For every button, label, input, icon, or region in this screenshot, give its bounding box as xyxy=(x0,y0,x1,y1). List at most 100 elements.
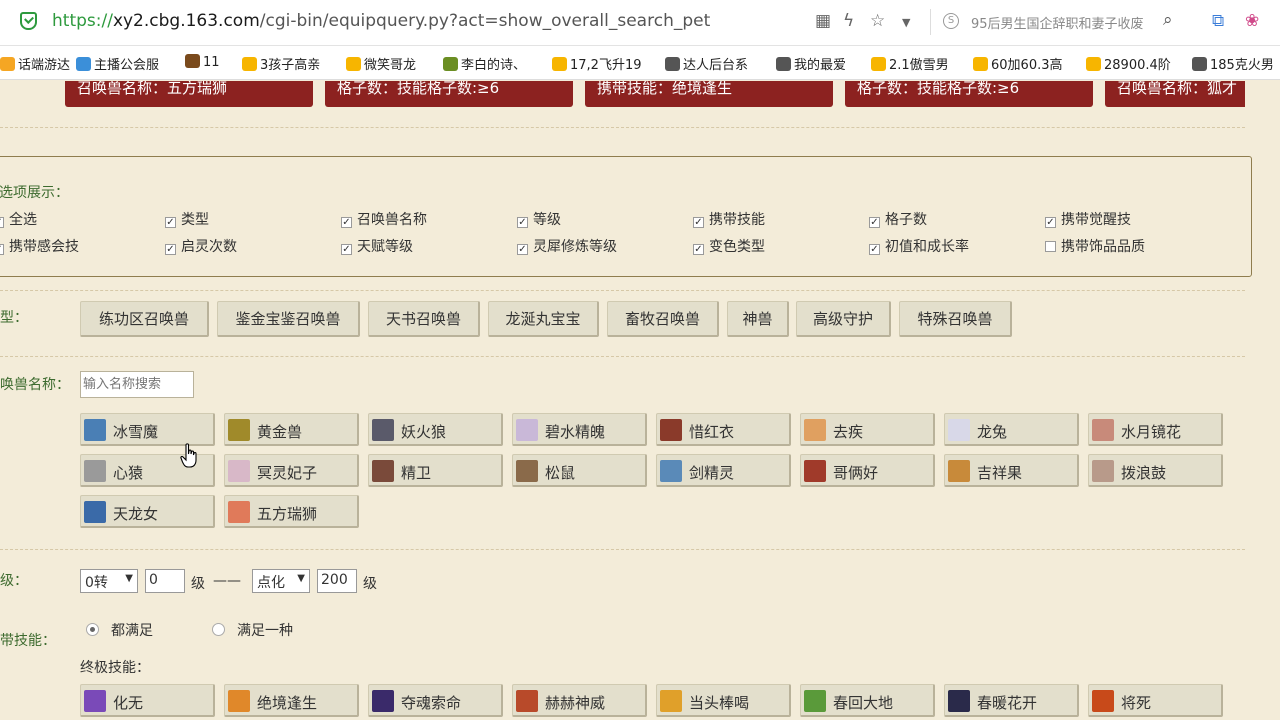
option-checkbox[interactable]: ✓ 携带技能 xyxy=(693,209,765,229)
option-checkbox[interactable]: ✓ 等级 xyxy=(517,209,561,229)
pet-name-button[interactable]: 剑精灵 xyxy=(656,454,791,487)
pet-name-label: 松鼠 xyxy=(545,464,576,482)
skill-button[interactable]: 将死 xyxy=(1088,684,1223,717)
level-to-select[interactable]: 点化 ▼ xyxy=(252,569,310,593)
star-icon[interactable]: ☆ xyxy=(870,11,885,31)
qr-code-icon[interactable]: ▦ xyxy=(815,11,831,31)
pet-name-button[interactable]: 水月镜花 xyxy=(1088,413,1223,446)
checkbox[interactable]: ✓ xyxy=(693,244,704,255)
skill-button[interactable]: 赫赫神威 xyxy=(512,684,647,717)
checkbox[interactable]: ✓ xyxy=(693,217,704,228)
pet-name-button[interactable]: 妖火狼 xyxy=(368,413,503,446)
bookmark-item[interactable]: 60加60.3高 xyxy=(973,54,1063,73)
checkbox[interactable]: ✓ xyxy=(869,244,880,255)
browser-search-box[interactable]: S 95后男生国企辞职和妻子收废 ⌕ xyxy=(930,9,1190,35)
bookmark-item[interactable]: 微笑哥龙 xyxy=(346,54,416,73)
filter-tag[interactable]: 召唤兽名称：五方瑞狮 xyxy=(65,81,313,107)
bookmark-item[interactable]: 3孩子高亲 xyxy=(242,54,320,73)
pet-name-search-input[interactable] xyxy=(80,371,194,398)
level-from-select[interactable]: 0转 ▼ xyxy=(80,569,138,593)
option-checkbox[interactable]: ✓ 启灵次数 xyxy=(165,236,237,256)
checkbox[interactable]: ✓ xyxy=(341,217,352,228)
skill-button[interactable]: 春回大地 xyxy=(800,684,935,717)
checkbox[interactable]: ✓ xyxy=(165,217,176,228)
bookmark-item[interactable]: 2.1傲雪男 xyxy=(871,54,949,73)
search-icon[interactable]: ⌕ xyxy=(1163,10,1173,30)
filter-tag[interactable]: 格子数：技能格子数:≥6 xyxy=(325,81,573,107)
bookmark-item[interactable]: 17,2飞升19 xyxy=(552,54,642,73)
option-checkbox[interactable]: ✓ 格子数 xyxy=(869,209,927,229)
pet-name-button[interactable]: 拨浪鼓 xyxy=(1088,454,1223,487)
bookmark-item[interactable]: 达人后台系 xyxy=(665,54,748,73)
bookmark-item[interactable]: 话端游达 xyxy=(0,54,70,73)
url-field[interactable]: https://xy2.cbg.163.com/cgi-bin/equipque… xyxy=(52,11,710,31)
checkbox[interactable]: ✓ xyxy=(869,217,880,228)
chevron-down-icon[interactable]: ▼ xyxy=(902,16,910,29)
checkbox[interactable]: ✓ xyxy=(1045,217,1056,228)
option-checkbox[interactable]: ✓ 天赋等级 xyxy=(341,236,413,256)
filter-tag[interactable]: 格子数：技能格子数:≥6 xyxy=(845,81,1093,107)
pet-name-button[interactable]: 精卫 xyxy=(368,454,503,487)
checkbox[interactable]: ✓ xyxy=(0,244,4,255)
bookmark-item[interactable]: 11 xyxy=(185,54,220,70)
bookmark-icon xyxy=(242,57,257,71)
checkbox[interactable]: ✓ xyxy=(517,244,528,255)
pet-name-button[interactable]: 五方瑞狮 xyxy=(224,495,359,528)
option-checkbox[interactable]: ✓ 变色类型 xyxy=(693,236,765,256)
skill-button[interactable]: 春暖花开 xyxy=(944,684,1079,717)
option-checkbox[interactable]: ✓ 携带感会技 xyxy=(0,236,79,256)
type-button[interactable]: 畜牧召唤兽 xyxy=(607,301,719,337)
pet-name-button[interactable]: 惜红衣 xyxy=(656,413,791,446)
pet-name-button[interactable]: 黄金兽 xyxy=(224,413,359,446)
skill-button[interactable]: 当头棒喝 xyxy=(656,684,791,717)
pet-name-button[interactable]: 碧水精魄 xyxy=(512,413,647,446)
type-button[interactable]: 龙涎丸宝宝 xyxy=(488,301,599,337)
skill-button[interactable]: 夺魂索命 xyxy=(368,684,503,717)
level-from-input[interactable]: 0 xyxy=(145,569,185,593)
bookmark-item[interactable]: 主播公会服 xyxy=(76,54,159,73)
checkbox[interactable]: ✓ xyxy=(165,244,176,255)
pet-name-button[interactable]: 松鼠 xyxy=(512,454,647,487)
bookmark-item[interactable]: 我的最爱 xyxy=(776,54,846,73)
checkbox[interactable]: ✓ xyxy=(517,217,528,228)
type-button[interactable]: 鉴金宝鉴召唤兽 xyxy=(217,301,360,337)
skill-button[interactable]: 化无 xyxy=(80,684,215,717)
type-button[interactable]: 神兽 xyxy=(727,301,789,337)
bookmark-item[interactable]: 185克火男 xyxy=(1192,54,1274,73)
level-to-input[interactable]: 200 xyxy=(317,569,357,593)
pet-name-button[interactable]: 天龙女 xyxy=(80,495,215,528)
filter-tag[interactable]: 召唤兽名称：狐才 xyxy=(1105,81,1245,107)
search-engine-icon: S xyxy=(943,13,959,29)
bookmark-item[interactable]: 28900.4阶 xyxy=(1086,54,1171,73)
checkbox[interactable]: ✓ xyxy=(341,244,352,255)
radio-all[interactable]: 都满足 xyxy=(86,620,153,640)
radio-any[interactable]: 满足一种 xyxy=(212,620,293,640)
checkbox[interactable]: ✓ xyxy=(0,217,4,228)
secure-shield-icon[interactable] xyxy=(20,12,37,30)
pet-name-button[interactable]: 龙兔 xyxy=(944,413,1079,446)
extension-icon[interactable]: ⧉ xyxy=(1212,11,1224,31)
pet-name-button[interactable]: 冥灵妃子 xyxy=(224,454,359,487)
option-checkbox[interactable]: 携带饰品品质 xyxy=(1045,236,1145,256)
pet-name-button[interactable]: 冰雪魔 xyxy=(80,413,215,446)
profile-icon[interactable]: ❀ xyxy=(1245,11,1259,31)
pet-name-button[interactable]: 吉祥果 xyxy=(944,454,1079,487)
option-checkbox[interactable]: ✓ 全选 xyxy=(0,209,37,229)
option-checkbox[interactable]: ✓ 初值和成长率 xyxy=(869,236,969,256)
option-checkbox[interactable]: ✓ 类型 xyxy=(165,209,209,229)
type-button[interactable]: 练功区召唤兽 xyxy=(80,301,209,337)
bookmark-item[interactable]: 李白的诗、 xyxy=(443,54,526,73)
option-checkbox[interactable]: ✓ 召唤兽名称 xyxy=(341,209,427,229)
skill-button[interactable]: 绝境逢生 xyxy=(224,684,359,717)
type-button[interactable]: 特殊召唤兽 xyxy=(899,301,1012,337)
type-button[interactable]: 高级守护 xyxy=(796,301,891,337)
type-button[interactable]: 天书召唤兽 xyxy=(368,301,480,337)
filter-tag[interactable]: 携带技能：绝境逢生 xyxy=(585,81,833,107)
checkbox-label: 全选 xyxy=(9,212,37,228)
checkbox[interactable] xyxy=(1045,241,1056,252)
option-checkbox[interactable]: ✓ 携带觉醒技 xyxy=(1045,209,1131,229)
pet-name-button[interactable]: 去疾 xyxy=(800,413,935,446)
option-checkbox[interactable]: ✓ 灵犀修炼等级 xyxy=(517,236,617,256)
pet-name-button[interactable]: 哥俩好 xyxy=(800,454,935,487)
lightning-icon[interactable]: ϟ xyxy=(843,11,854,31)
